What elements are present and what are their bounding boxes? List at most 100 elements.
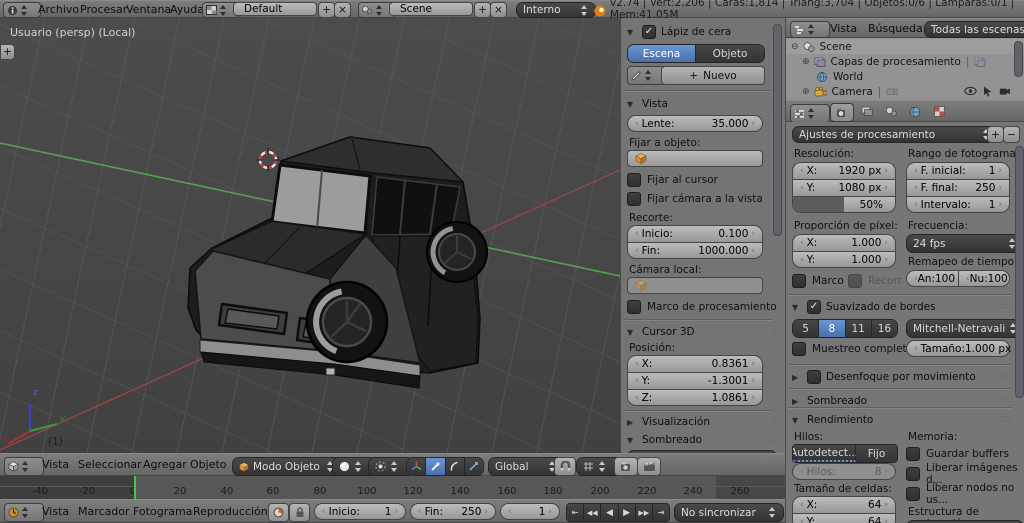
sync-mode-select[interactable]: No sincronizar [674, 503, 784, 522]
jump-to-start-button[interactable]: ⇤ [567, 504, 585, 521]
panel-motion-blur[interactable]: ▶ Desenfoque por movimiento ∷∷ [792, 369, 1014, 385]
cursor-z-field[interactable]: ‹ Z: 1.0861 › [627, 389, 763, 406]
outliner-row-scene[interactable]: ⊖ Scene [786, 39, 1024, 54]
menu-procesar[interactable]: Procesar [80, 1, 127, 17]
aa-samples-5[interactable]: 5 [793, 320, 820, 337]
border-checkbox[interactable] [792, 274, 806, 288]
lock-camera-row[interactable]: Fijar cámara a la vista [627, 192, 763, 206]
lock-cursor-row[interactable]: Fijar al cursor [627, 173, 718, 187]
close-layout-button[interactable]: × [334, 2, 351, 18]
frame-start-field[interactable]: ‹ Inicio: 1 › [314, 503, 406, 520]
menu-busqueda[interactable]: Búsqueda [868, 19, 923, 37]
render-border-checkbox[interactable] [627, 300, 641, 314]
lock-range-button[interactable] [289, 503, 310, 522]
jump-to-end-button[interactable]: ⇥ [652, 504, 669, 521]
panel-grease-pencil[interactable]: ▼ ✓ Lápiz de cera∷ [627, 24, 778, 40]
save-buffers-row[interactable]: Guardar buffers [906, 447, 1009, 461]
properties-scrollbar[interactable] [1015, 146, 1024, 398]
aa-size-field[interactable]: ‹Tamaño:1.000 px› [906, 340, 1018, 357]
panel-grip[interactable]: ∷ [771, 435, 778, 445]
aspect-y-field[interactable]: ‹ Y: 1.000 › [792, 251, 896, 268]
panel-grip[interactable]: ∷∷ [1001, 415, 1014, 425]
tab-scene[interactable] [880, 103, 902, 120]
panel-cursor-3d[interactable]: ▼ Cursor 3D ∷ [627, 324, 778, 340]
full-sample-checkbox[interactable] [792, 342, 806, 356]
grease-source-tabs[interactable]: Escena Objeto [627, 44, 765, 63]
opengl-render-anim-button[interactable] [637, 457, 661, 476]
aa-samples-8[interactable]: 8 [819, 320, 846, 337]
editor-type-info-selector[interactable] [3, 2, 41, 18]
panel-grip[interactable]: ∷ [771, 417, 778, 427]
editor-type-outliner-selector[interactable] [790, 21, 830, 38]
tab-escena[interactable]: Escena [628, 45, 696, 62]
tab-render-layers[interactable] [856, 103, 878, 120]
panel-grip[interactable]: ∷ [771, 327, 778, 337]
frame-end-prop-field[interactable]: ‹ F. final: 250 › [906, 179, 1010, 196]
grease-new-button[interactable]: + Nuevo [661, 66, 765, 85]
cursor-x-field[interactable]: ‹ X: 0.8361 › [627, 355, 763, 372]
menu-agregar[interactable]: Agregar [143, 454, 187, 475]
panel-grip[interactable]: ∷∷ [1001, 372, 1014, 382]
clip-end-field[interactable]: ‹ Fin: 1000.000 › [627, 242, 763, 259]
free-nodes-checkbox[interactable] [906, 487, 920, 501]
outliner-scrollbar[interactable] [1014, 41, 1023, 77]
tile-y-field[interactable]: ‹ Y: 64 › [792, 513, 896, 523]
panel-grip[interactable]: ∷∷ [1001, 302, 1014, 312]
screen-layout-name-field[interactable]: Default [233, 2, 317, 16]
play-reverse-button[interactable]: ◀ [601, 504, 619, 521]
aspect-x-field[interactable]: ‹ X: 1.000 › [792, 234, 896, 251]
menu-marcador[interactable]: Marcador [78, 500, 130, 522]
threads-count-field[interactable]: ‹ Hilos: 8 › [792, 463, 896, 480]
full-sample-row[interactable]: Muestreo completo [792, 342, 913, 356]
expand-icon[interactable]: ⊕ [802, 87, 810, 97]
local-camera-field[interactable] [627, 277, 763, 294]
add-scene-button[interactable]: + [474, 2, 491, 18]
frame-end-field[interactable]: ‹ Fin: 250 › [410, 503, 496, 520]
resolution-x-field[interactable]: ‹ X: 1920 px › [792, 162, 896, 179]
editor-type-timeline-selector[interactable] [4, 503, 44, 522]
3d-cursor[interactable] [256, 148, 280, 172]
panel-performance[interactable]: ▼ Rendimiento ∷∷ [792, 412, 1014, 428]
menu-vista-3d[interactable]: Vista [42, 454, 69, 475]
timeline-canvas[interactable]: -40 -20 0 20 40 60 80 100 120 140 160 18… [0, 476, 785, 499]
menu-ayuda[interactable]: Ayuda [170, 1, 204, 17]
current-frame-field[interactable]: ‹ 1 › [500, 503, 560, 520]
motion-blur-checkbox[interactable] [807, 370, 821, 384]
lock-camera-checkbox[interactable] [627, 192, 641, 206]
collapse-icon[interactable]: ⊖ [791, 42, 799, 52]
interaction-mode-select[interactable]: Modo Objeto [232, 457, 342, 476]
manipulator-translate-button[interactable] [426, 458, 446, 475]
menu-seleccionar[interactable]: Seleccionar [78, 454, 142, 475]
aa-samples-11[interactable]: 11 [845, 320, 872, 337]
visibility-eye-icon[interactable] [964, 86, 977, 96]
menu-objeto[interactable]: Objeto [190, 454, 227, 475]
save-buffers-checkbox[interactable] [906, 447, 920, 461]
selectability-cursor-icon[interactable] [983, 86, 993, 97]
render-preset-select[interactable]: Ajustes de procesamiento [792, 126, 998, 143]
manipulator-axes-button[interactable] [407, 458, 427, 475]
panel-sombreado-view[interactable]: ▼ Sombreado ∷ [627, 432, 778, 448]
cursor-y-field[interactable]: ‹ Y: -1.3001 › [627, 372, 763, 389]
framerate-select[interactable]: 24 fps [906, 234, 1024, 253]
current-frame-marker[interactable] [134, 476, 136, 499]
time-remap-old-field[interactable]: ‹ An:100 [906, 270, 958, 287]
grease-pencil-checkbox[interactable]: ✓ [642, 25, 656, 39]
panel-vista[interactable]: ▼ Vista∷ [627, 96, 778, 112]
threads-autodetect-button[interactable]: Autodetect... [793, 445, 858, 462]
outliner-row-render-layers[interactable]: ⊕ Capas de procesamiento | [786, 54, 1024, 69]
tab-render[interactable] [830, 103, 854, 122]
panel-visualizacion[interactable]: ▶ Visualización ∷ [627, 414, 778, 430]
lock-object-field[interactable] [627, 150, 763, 167]
3d-viewport[interactable]: z y x Usuario (persp) (Local) (1) + [0, 18, 620, 453]
free-images-row[interactable]: Liberar imágenes d... [906, 462, 1024, 486]
toolshelf-expand-button[interactable]: + [0, 44, 15, 60]
menu-reproduccion[interactable]: Reproducción [193, 500, 268, 522]
expand-icon[interactable]: ⊕ [802, 57, 810, 67]
car-model[interactable] [187, 136, 488, 389]
panel-grip[interactable]: ∷∷ [1001, 396, 1014, 406]
outliner-row-camera[interactable]: ⊕ Camera | [786, 84, 1024, 99]
tile-x-field[interactable]: ‹ X: 64 › [792, 496, 896, 513]
resolution-y-field[interactable]: ‹ Y: 1080 px › [792, 179, 896, 196]
aa-filter-select[interactable]: Mitchell-Netravali [906, 319, 1024, 338]
transform-orientation-select[interactable]: Global [488, 457, 564, 476]
